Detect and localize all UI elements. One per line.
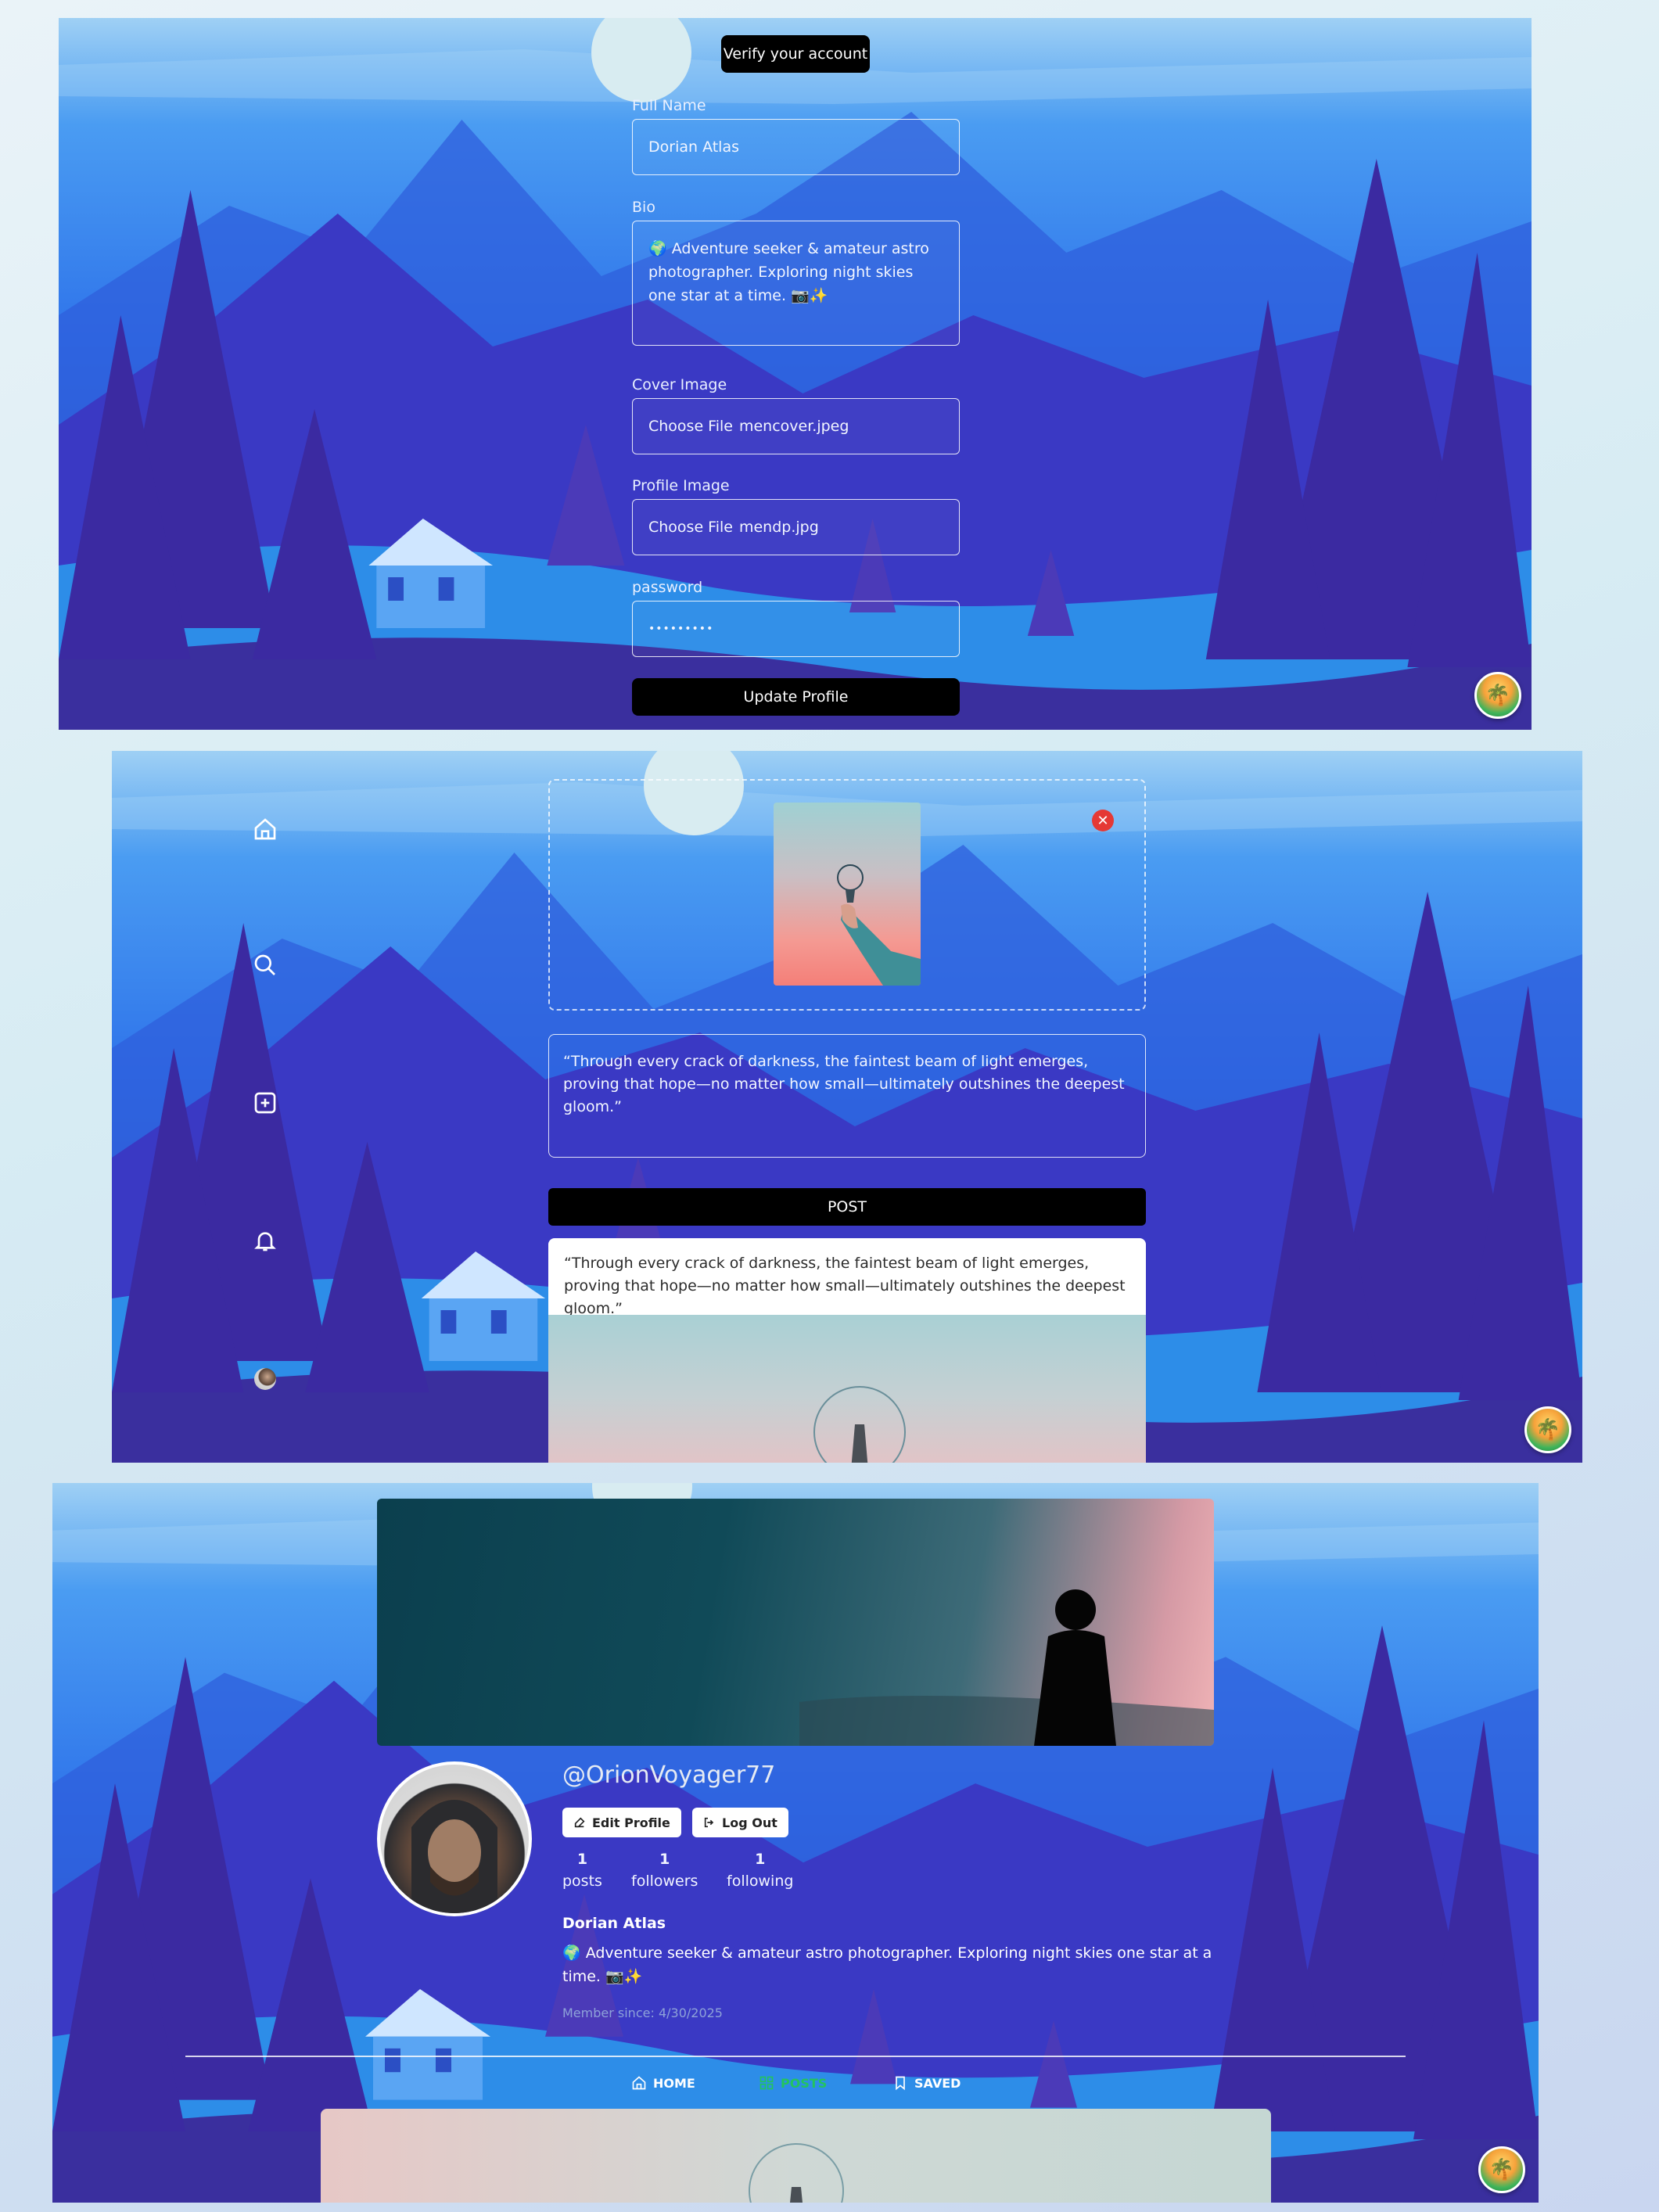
update-profile-button[interactable]: Update Profile: [632, 678, 960, 716]
home-icon: [632, 2076, 646, 2090]
full-name-input[interactable]: Dorian Atlas: [632, 119, 960, 175]
lightbulb-image: [813, 1386, 906, 1463]
stat-followers-value: 1: [659, 1851, 670, 1868]
full-name-label: Full Name: [632, 97, 706, 114]
choose-file-button[interactable]: Choose File: [648, 519, 733, 536]
add-post-icon[interactable]: [253, 1090, 278, 1115]
theme-toggle-button[interactable]: 🌴: [1524, 1406, 1571, 1453]
bookmark-icon: [896, 2076, 905, 2091]
stat-posts-label: posts: [562, 1873, 602, 1890]
palm-island-icon: 🌴: [1535, 1418, 1561, 1442]
hooded-man-image: [411, 1800, 497, 1913]
choose-file-button[interactable]: Choose File: [648, 418, 733, 435]
tab-saved[interactable]: SAVED: [892, 2071, 961, 2095]
verify-account-button[interactable]: Verify your account: [721, 35, 870, 73]
tab-posts-label: POSTS: [781, 2075, 828, 2091]
profile-username: @OrionVoyager77: [562, 1761, 776, 1789]
member-since: Member since: 4/30/2025: [562, 2006, 723, 2020]
tab-home-label: HOME: [653, 2075, 695, 2091]
edit-icon: [574, 1817, 585, 1828]
profile-avatar: [377, 1761, 532, 1916]
palm-island-icon: 🌴: [1488, 2158, 1515, 2181]
grid-icon: [759, 2076, 774, 2090]
post-grid-item[interactable]: [321, 2109, 1271, 2203]
tab-posts[interactable]: POSTS: [759, 2071, 827, 2095]
theme-toggle-button[interactable]: 🌴: [1474, 672, 1521, 719]
stat-following-label: following: [727, 1873, 794, 1890]
bell-icon[interactable]: [253, 1228, 278, 1253]
cover-image: [377, 1499, 1214, 1746]
create-post-panel: ✕ “Through every crack of darkness, the …: [112, 751, 1582, 1463]
caption-textarea[interactable]: “Through every crack of darkness, the fa…: [548, 1034, 1146, 1158]
stat-following-value: 1: [755, 1851, 766, 1868]
close-icon: ✕: [1097, 812, 1109, 829]
logout-label: Log Out: [722, 1815, 777, 1830]
profile-image-label: Profile Image: [632, 477, 730, 494]
feed-post-caption: “Through every crack of darkness, the fa…: [564, 1255, 1126, 1317]
tab-home[interactable]: HOME: [631, 2071, 695, 2095]
lightbulb-hand-image: [837, 864, 921, 986]
edit-profile-label: Edit Profile: [592, 1815, 670, 1830]
bio-textarea[interactable]: 🌍 Adventure seeker & amateur astro photo…: [632, 221, 960, 346]
theme-toggle-button[interactable]: 🌴: [1478, 2146, 1525, 2193]
cover-image-file-input[interactable]: Choose File mencover.jpeg: [632, 398, 960, 454]
stat-followers[interactable]: 1 followers: [631, 1851, 698, 1890]
bio-label: Bio: [632, 199, 655, 216]
edit-profile-button[interactable]: Edit Profile: [562, 1808, 681, 1837]
edit-profile-panel: Verify your account Full Name Dorian Atl…: [59, 18, 1532, 730]
cover-image-label: Cover Image: [632, 376, 727, 393]
remove-image-button[interactable]: ✕: [1092, 810, 1114, 831]
profile-image-filename: mendp.jpg: [738, 519, 819, 536]
silhouette-man-image: [799, 1589, 1214, 1746]
profile-image-file-input[interactable]: Choose File mendp.jpg: [632, 499, 960, 555]
lightbulb-image: [749, 2143, 844, 2203]
search-icon[interactable]: [253, 953, 278, 978]
profile-panel: @OrionVoyager77 Edit Profile Log Out 1 p…: [52, 1483, 1539, 2203]
profile-display-name: Dorian Atlas: [562, 1915, 666, 1932]
tab-saved-label: SAVED: [914, 2075, 961, 2091]
password-input[interactable]: •••••••••: [632, 601, 960, 657]
feed-post-image[interactable]: [548, 1315, 1146, 1463]
home-icon[interactable]: [253, 817, 278, 842]
cover-image-filename: mencover.jpeg: [738, 418, 849, 435]
feed-post-card[interactable]: “Through every crack of darkness, the fa…: [548, 1238, 1146, 1463]
post-image-preview: [774, 803, 921, 986]
profile-bio: 🌍 Adventure seeker & amateur astro photo…: [562, 1944, 1212, 1985]
logout-button[interactable]: Log Out: [692, 1808, 788, 1837]
divider: [185, 2056, 1406, 2057]
stat-following[interactable]: 1 following: [727, 1851, 793, 1890]
logout-icon: [704, 1817, 714, 1828]
avatar[interactable]: [254, 1368, 276, 1390]
stat-posts-value: 1: [576, 1851, 588, 1868]
post-button[interactable]: POST: [548, 1188, 1146, 1226]
password-label: password: [632, 579, 703, 596]
stat-posts[interactable]: 1 posts: [562, 1851, 602, 1890]
stat-followers-label: followers: [631, 1873, 698, 1890]
palm-island-icon: 🌴: [1485, 684, 1511, 707]
